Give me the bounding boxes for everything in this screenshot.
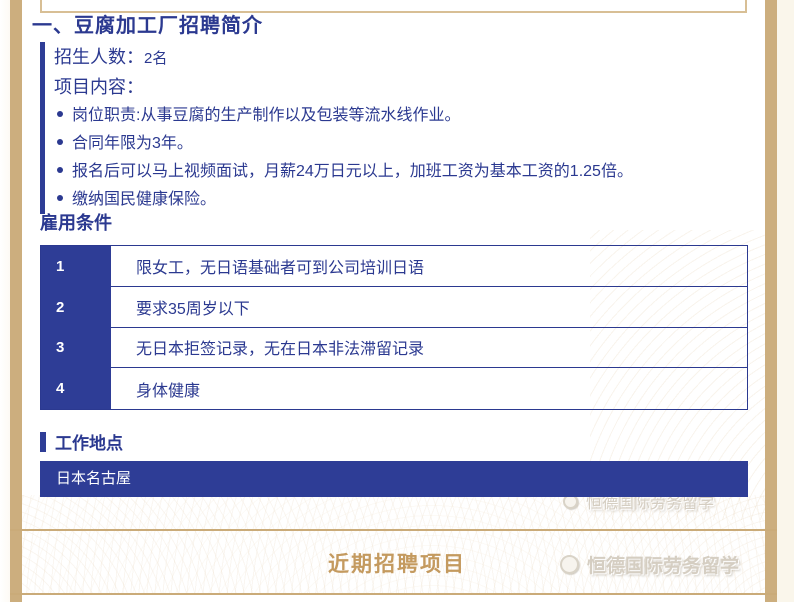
table-row: 3 无日本拒签记录，无在日本非法滞留记录 [41,328,747,369]
condition-text: 要求35周岁以下 [111,287,747,328]
work-location-heading: 工作地点 [40,429,123,454]
condition-text: 无日本拒签记录，无在日本非法滞留记录 [111,328,747,369]
page-edge-right [777,0,794,602]
condition-text: 限女工，无日语基础者可到公司培训日语 [111,246,747,287]
heading-bar-icon [40,432,46,452]
recruit-count-value: 2名 [144,50,167,67]
bullet-icon [57,195,63,201]
brand-logo-icon [560,555,579,574]
employment-conditions-heading: 雇用条件 [40,209,112,235]
condition-text: 身体健康 [111,368,747,409]
bullet-text: 岗位职责:从事豆腐的生产制作以及包装等流水线作业。 [72,107,460,124]
bullet-text: 报名后可以马上视频面试，月薪24万日元以上，加班工资为基本工资的1.25倍。 [72,163,633,180]
work-location-banner: 日本名古屋 [40,461,748,497]
conditions-table: 1 限女工，无日语基础者可到公司培训日语 2 要求35周岁以下 3 无日本拒签记… [40,245,748,410]
brand-watermark-text: 恒德国际劳务留学 [587,551,739,578]
table-row: 2 要求35周岁以下 [41,287,747,328]
brand-watermark: 恒德国际劳务留学 [560,551,739,578]
table-row: 1 限女工，无日语基础者可到公司培训日语 [41,246,747,287]
condition-number: 3 [41,328,111,369]
bullet-text: 缴纳国民健康保险。 [72,191,216,208]
section-divider-top [10,529,777,531]
recruit-count-label: 招生人数： [54,47,144,67]
bullet-text: 合同年限为3年。 [72,135,193,152]
table-row: 4 身体健康 [41,368,747,409]
list-item: 报名后可以马上视频面试，月薪24万日元以上，加班工资为基本工资的1.25倍。 [54,158,740,186]
bullet-icon [57,111,63,117]
list-item: 缴纳国民健康保险。 [54,186,740,214]
overview-block: 招生人数：2名 项目内容： 岗位职责:从事豆腐的生产制作以及包装等流水线作业。 … [40,42,740,214]
gold-rail-left [10,0,22,602]
project-content-label: 项目内容： [54,72,740,102]
condition-number: 4 [41,368,111,409]
condition-number: 1 [41,246,111,287]
gold-rail-right [765,0,777,602]
condition-number: 2 [41,287,111,328]
section-divider-bottom [10,593,777,595]
page-edge-left [0,0,10,602]
work-location-title: 工作地点 [55,429,123,454]
recruit-count-line: 招生人数：2名 [54,42,740,72]
bullet-icon [57,167,63,173]
list-item: 合同年限为3年。 [54,130,740,158]
bullet-icon [57,139,63,145]
list-item: 岗位职责:从事豆腐的生产制作以及包装等流水线作业。 [54,102,740,130]
page-title: 一、豆腐加工厂招聘简介 [32,9,263,38]
